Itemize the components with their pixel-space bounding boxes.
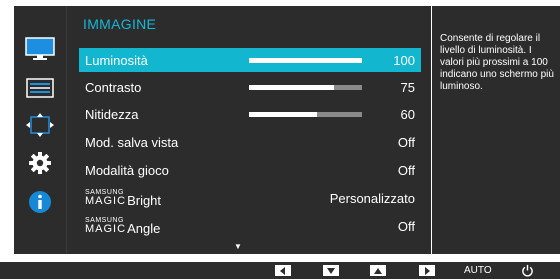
menu-item-label: Nitidezza (85, 107, 139, 122)
luminosita-slider[interactable] (249, 58, 362, 63)
menu-item-label: SAMSUNG MAGIC Angle (85, 216, 160, 236)
menu-item-mod-salva-vista[interactable]: Mod. salva vista Off (79, 130, 421, 154)
slider-fill (249, 58, 362, 63)
menu-item-luminosita[interactable]: Luminosità 100 (79, 48, 421, 72)
category-osd-adjust[interactable] (14, 69, 66, 107)
category-position[interactable] (14, 106, 66, 144)
osd-adjust-icon (26, 78, 54, 98)
slider-fill (249, 112, 317, 117)
down-arrow-icon (327, 267, 335, 274)
category-setup[interactable] (14, 144, 66, 182)
menu-title: IMMAGINE (83, 16, 157, 32)
menu-item-contrasto[interactable]: Contrasto 75 (79, 75, 421, 99)
samsung-magic-logo: SAMSUNG MAGIC (85, 189, 127, 207)
menu-category-strip (14, 6, 66, 254)
menu-item-modalita-gioco[interactable]: Modalità gioco Off (79, 158, 421, 182)
up-arrow-icon (374, 267, 382, 274)
menu-item-value: Off (397, 219, 415, 234)
menu-item-nitidezza[interactable]: Nitidezza 60 (79, 102, 421, 126)
information-icon (29, 191, 51, 213)
menu-item-value: Off (397, 135, 415, 150)
up-key-button[interactable] (370, 265, 386, 276)
help-text: Consente di regolare il livello di lumin… (440, 33, 554, 92)
menu-item-value: Personalizzato (329, 191, 415, 206)
right-arrow-icon (425, 266, 430, 275)
down-key-button[interactable] (323, 265, 339, 276)
auto-key-button[interactable]: AUTO (464, 265, 492, 276)
monitor-osd: IMMAGINE Luminosità 100 Contrasto 75 Nit… (0, 0, 560, 279)
menu-item-label: Luminosità (85, 53, 148, 68)
menu-item-label: Mod. salva vista (85, 135, 179, 150)
contrasto-slider[interactable] (249, 85, 362, 90)
left-key-button[interactable] (275, 265, 291, 276)
slider-fill (249, 85, 334, 90)
help-panel: Consente di regolare il livello di lumin… (432, 6, 560, 254)
menu-item-label-text: Angle (127, 221, 161, 236)
position-icon (26, 113, 54, 137)
menu-item-value: 100 (393, 53, 415, 68)
logo-magic-text: MAGIC (85, 222, 127, 235)
logo-magic-text: MAGIC (85, 194, 127, 207)
menu-item-value: Off (397, 163, 415, 178)
scroll-down-indicator[interactable]: ▼ (234, 242, 242, 251)
picture-icon (25, 37, 55, 60)
menu-item-label: Modalità gioco (85, 163, 169, 178)
menu-item-value: 60 (400, 107, 415, 122)
menu-item-label-text: Bright (127, 193, 162, 208)
category-information[interactable] (14, 183, 66, 221)
category-picture[interactable] (14, 30, 66, 68)
nitidezza-slider[interactable] (249, 112, 362, 117)
key-guide-bar: AUTO (0, 262, 560, 279)
power-icon[interactable] (521, 264, 534, 277)
menu-item-value: 75 (400, 80, 415, 95)
picture-menu-panel: IMMAGINE Luminosità 100 Contrasto 75 Nit… (66, 6, 431, 254)
menu-item-label: SAMSUNG MAGIC Bright (85, 188, 161, 208)
samsung-magic-logo: SAMSUNG MAGIC (85, 217, 127, 235)
menu-item-magic-angle[interactable]: SAMSUNG MAGIC Angle Off (79, 214, 421, 238)
menu-item-label: Contrasto (85, 80, 142, 95)
left-arrow-icon (280, 266, 285, 275)
right-key-button[interactable] (419, 265, 435, 276)
menu-item-magic-bright[interactable]: SAMSUNG MAGIC Bright Personalizzato (79, 186, 421, 210)
setup-gear-icon (29, 152, 51, 174)
